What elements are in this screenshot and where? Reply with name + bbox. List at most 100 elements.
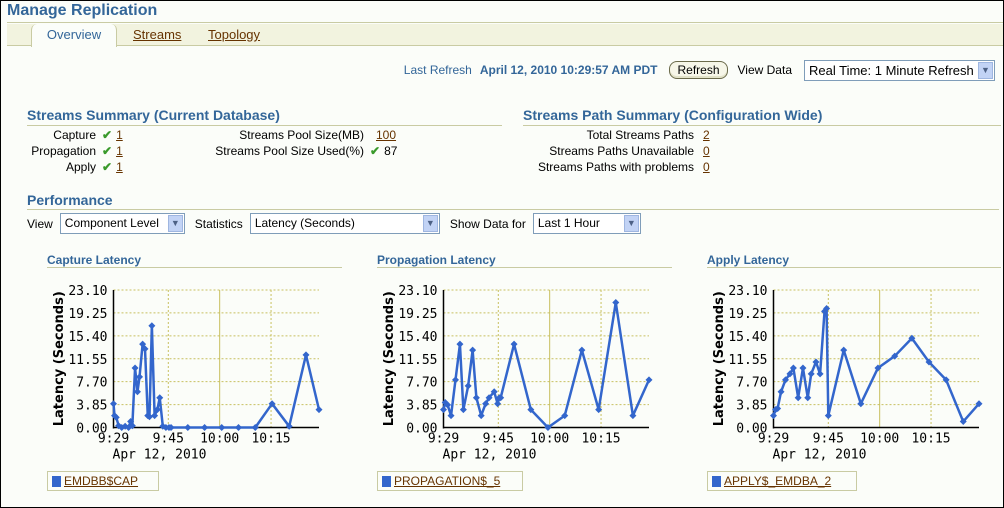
capture-legend[interactable]: EMDBB$CAP	[47, 471, 159, 491]
apply-latency-chart: 0.003.857.7011.5515.4019.2523.109:29 9:45…	[712, 284, 983, 463]
x-tick-label: 9:45	[813, 432, 844, 447]
paths-problems-row: Streams Paths with problems 0	[521, 159, 710, 175]
data-point	[777, 388, 785, 396]
check-icon: ✔	[102, 128, 113, 142]
capture-legend-link[interactable]: EMDBB$CAP	[64, 474, 138, 488]
x-tick-label: 10:15	[581, 432, 620, 447]
data-point	[794, 394, 802, 402]
chevron-down-icon[interactable]: ▼	[167, 215, 183, 232]
pool-size-label: Streams Pool Size(MB)	[239, 128, 364, 142]
data-point	[804, 394, 812, 402]
y-tick-label: 19.25	[728, 307, 767, 322]
apply-legend-link[interactable]: APPLY$_EMDBA_2	[724, 474, 831, 488]
x-tick-label: 9:45	[483, 432, 514, 447]
apply-legend[interactable]: APPLY$_EMDBA_2	[707, 471, 857, 491]
propagation-label: Propagation	[31, 144, 96, 158]
propagation-legend-link[interactable]: PROPAGATION$_5	[394, 474, 500, 488]
tab-streams[interactable]: Streams	[133, 24, 181, 46]
apply-count-link[interactable]: 1	[116, 160, 123, 174]
chevron-down-icon[interactable]: ▼	[623, 215, 639, 232]
y-tick-label: 7.70	[736, 376, 767, 391]
data-point	[807, 370, 815, 378]
series-swatch-icon	[712, 475, 721, 487]
summary-propagation-row: Propagation ✔ 1	[27, 143, 123, 159]
x-tick-label: 9:29	[428, 432, 459, 447]
tab-overview[interactable]: Overview	[31, 24, 117, 47]
performance-divider	[27, 209, 999, 210]
paths-problems-label: Streams Paths with problems	[537, 160, 694, 174]
propagation-legend[interactable]: PROPAGATION$_5	[377, 471, 523, 491]
capture-latency-chart: 0.003.857.7011.5515.4019.2523.109:29 9:45…	[52, 284, 323, 463]
y-tick-label: 19.25	[68, 307, 107, 322]
refresh-button[interactable]: Refresh	[669, 61, 728, 79]
series-swatch-icon	[382, 475, 391, 487]
data-point	[201, 424, 209, 431]
data-point	[477, 412, 485, 420]
data-point	[816, 370, 824, 378]
series-line	[772, 307, 980, 423]
statistics-select-value: Latency (Seconds)	[254, 216, 355, 230]
chevron-down-icon[interactable]: ▼	[422, 215, 438, 232]
data-point	[440, 406, 447, 414]
data-point	[156, 394, 164, 402]
y-tick-label: 15.40	[728, 330, 767, 345]
refresh-bar: Last Refresh April 12, 2010 10:29:57 AM …	[404, 59, 995, 81]
data-point	[184, 424, 192, 431]
check-icon: ✔	[370, 144, 381, 158]
show-data-select[interactable]: Last 1 Hour ▼	[532, 213, 641, 234]
total-paths-link[interactable]: 2	[703, 128, 710, 142]
data-point	[812, 358, 820, 366]
pool-used-value: 87	[384, 144, 398, 158]
x-tick-label: 10:00	[860, 432, 899, 447]
performance-controls: View Component Level ▼ Statistics Latenc…	[27, 213, 641, 234]
data-point	[447, 412, 455, 420]
data-point	[451, 376, 459, 384]
data-point	[494, 400, 502, 408]
y-tick-label: 11.55	[728, 353, 767, 368]
paths-problems-link[interactable]: 0	[703, 160, 710, 174]
last-refresh-value: April 12, 2010 10:29:57 AM PDT	[479, 63, 658, 77]
x-axis-label: Apr 12, 2010	[113, 448, 207, 463]
total-paths-row: Total Streams Paths 2	[521, 127, 710, 143]
data-point	[148, 322, 156, 330]
data-point	[612, 299, 620, 306]
data-point	[799, 364, 807, 372]
y-axis-label: Latency (Seconds)	[382, 291, 397, 426]
path-summary-heading: Streams Path Summary (Configuration Wide…	[523, 107, 823, 123]
check-icon: ✔	[102, 160, 113, 174]
check-icon: ✔	[102, 144, 113, 158]
streams-summary-divider	[27, 125, 502, 126]
view-select-value: Component Level	[64, 216, 159, 230]
x-tick-label: 10:15	[251, 432, 290, 447]
streams-summary-heading: Streams Summary (Current Database)	[27, 107, 280, 123]
capture-chart-title: Capture Latency	[47, 253, 142, 267]
propagation-count-link[interactable]: 1	[116, 144, 123, 158]
pool-size-row: Streams Pool Size(MB) 100	[161, 127, 396, 143]
statistics-select[interactable]: Latency (Seconds) ▼	[249, 213, 440, 234]
pool-size-link[interactable]: 100	[376, 128, 396, 142]
paths-unavailable-link[interactable]: 0	[703, 144, 710, 158]
tab-topology[interactable]: Topology	[208, 24, 260, 46]
capture-chart-divider	[47, 267, 342, 268]
view-select[interactable]: Component Level ▼	[59, 213, 185, 234]
y-tick-label: 3.85	[76, 399, 107, 414]
y-tick-label: 7.70	[406, 376, 437, 391]
series-line	[112, 324, 321, 429]
x-tick-label: 9:45	[153, 432, 184, 447]
y-tick-label: 3.85	[406, 399, 437, 414]
chevron-down-icon[interactable]: ▼	[978, 61, 993, 79]
y-axis-label: Latency (Seconds)	[52, 291, 67, 426]
propagation-chart-title: Propagation Latency	[377, 253, 496, 267]
data-point	[464, 382, 472, 390]
data-point	[469, 346, 477, 354]
tab-bar: Overview Streams Topology	[7, 24, 1003, 47]
apply-chart-divider	[707, 267, 1001, 268]
y-axis-label: Latency (Seconds)	[712, 291, 727, 426]
capture-count-link[interactable]: 1	[116, 128, 123, 142]
data-point	[770, 412, 777, 420]
apply-label: Apply	[65, 160, 96, 174]
data-point	[456, 340, 464, 348]
y-tick-label: 23.10	[68, 284, 107, 299]
data-point	[302, 351, 310, 359]
view-data-select[interactable]: Real Time: 1 Minute Refresh ▼	[804, 59, 995, 81]
